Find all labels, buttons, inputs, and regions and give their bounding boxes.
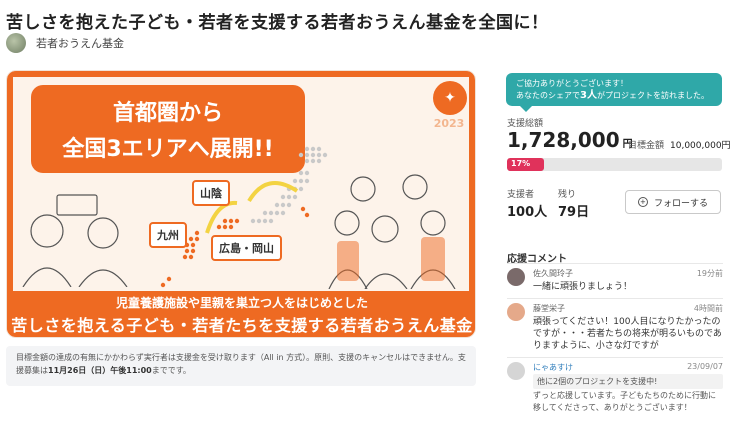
share-visitor-count: 3人	[580, 90, 597, 101]
comment-time: 23/09/07	[687, 362, 723, 371]
notice-line2-suffix: までです。	[151, 366, 191, 375]
people-illustration	[22, 194, 128, 287]
funding-progress-bar: 17%	[507, 158, 722, 171]
comment-text: 頑張ってください！100人目になりたかったのですが・・・若者たちの将来が明るいも…	[533, 317, 722, 351]
project-hero-image: 首都圏から 全国3エリアへ展開!! ✦ 2023 山陰 九州 広島・岡山 児童養…	[6, 70, 476, 338]
hero-band-line1: 児童養護施設や里親を巣立つ人をはじめとした	[115, 296, 368, 310]
share-thanks-prefix: あなたのシェアで	[516, 91, 580, 100]
share-banner-pointer	[520, 106, 532, 112]
comment-item: にゃあすけ 23/09/07 他に2個のプロジェクトを支援中! ずっと応援してい…	[507, 362, 723, 428]
comment-text: 一緒に頑張りましょう！	[533, 282, 633, 292]
fund-logo-icon: ✦	[433, 81, 467, 115]
comment-text: ずっと応援しています。子どもたちのために行動に移してくださって、ありがとうござい…	[533, 391, 716, 412]
plus-circle-icon: +	[637, 197, 648, 207]
owner-name[interactable]: 若者おうえん基金	[36, 35, 124, 51]
supporters-label: 支援者	[507, 190, 535, 200]
hero-band-line2: 苦しさを抱える子ども・若者たちを支援する若者おうえん基金	[11, 316, 473, 335]
total-support-amount: 1,728,000 円	[507, 128, 633, 152]
share-thanks-suffix: がプロジェクトを訪れました。	[596, 91, 709, 100]
funding-progress-label: 17%	[511, 159, 531, 168]
all-in-notice: 目標金額の達成の有無にかかわらず実行者は支援金を受け取ります（All in 方式…	[6, 346, 476, 386]
remaining-days: 79日	[558, 205, 590, 220]
remaining-label: 残り	[558, 190, 577, 200]
owner-avatar[interactable]	[6, 33, 26, 53]
commenter-name[interactable]: 藤堂栄子	[533, 303, 565, 314]
project-owner[interactable]: 若者おうえん基金	[6, 33, 124, 53]
goal-label: 目標金額	[628, 141, 665, 151]
fund-logo-year: 2023	[433, 117, 465, 130]
divider	[507, 298, 723, 299]
goal-amount: 目標金額 10,000,000円	[628, 138, 731, 151]
project-title: 苦しさを抱えた子ども・若者を支援する若者おうえん基金を全国に！	[6, 13, 549, 33]
commenter-avatar[interactable]	[507, 362, 525, 380]
region-label-hiroshima-okayama: 広島・岡山	[211, 235, 282, 261]
comment-time: 4時間前	[693, 304, 723, 313]
hero-headline-line1: 首都圏から	[112, 101, 223, 126]
follow-button[interactable]: + フォローする	[625, 190, 721, 214]
divider	[507, 357, 723, 358]
supporters-count: 100人	[507, 205, 548, 220]
group-illustration	[328, 174, 456, 289]
commenter-avatar[interactable]	[507, 268, 525, 286]
hero-frame	[7, 71, 475, 77]
notice-deadline: 11月26日（日）午後11:00	[48, 366, 152, 375]
commenter-name[interactable]: 佐久間玲子	[533, 268, 573, 279]
follow-button-label: フォローする	[653, 198, 708, 209]
divider	[507, 263, 723, 264]
comment-item: 佐久間玲子 19分前 一緒に頑張りましょう！	[507, 268, 723, 296]
share-thanks-line1: ご協力ありがとうございます！	[516, 79, 628, 88]
commenter-name[interactable]: にゃあすけ	[533, 362, 573, 373]
total-support-value: 1,728,000	[507, 128, 620, 152]
commenter-avatar[interactable]	[507, 303, 525, 321]
notice-line2-prefix: 援募集は	[16, 366, 48, 375]
notice-line1: 目標金額の達成の有無にかかわらず実行者は支援金を受け取ります（All in 方式…	[16, 353, 466, 362]
commenter-support-badge[interactable]: 他に2個のプロジェクトを支援中!	[533, 374, 723, 389]
comment-item: 藤堂栄子 4時間前 頑張ってください！100人目になりたかったのですが・・・若者…	[507, 303, 723, 355]
share-thanks-banner: ご協力ありがとうございます！ あなたのシェアで3人がプロジェクトを訪れました。	[506, 73, 722, 106]
region-label-sanin: 山陰	[192, 180, 230, 206]
comment-time: 19分前	[696, 269, 723, 278]
hero-banner-band: 児童養護施設や里親を巣立つ人をはじめとした 苦しさを抱える子ども・若者たちを支援…	[7, 291, 475, 337]
goal-value: 10,000,000円	[670, 141, 731, 151]
region-label-kyushu: 九州	[149, 222, 187, 248]
